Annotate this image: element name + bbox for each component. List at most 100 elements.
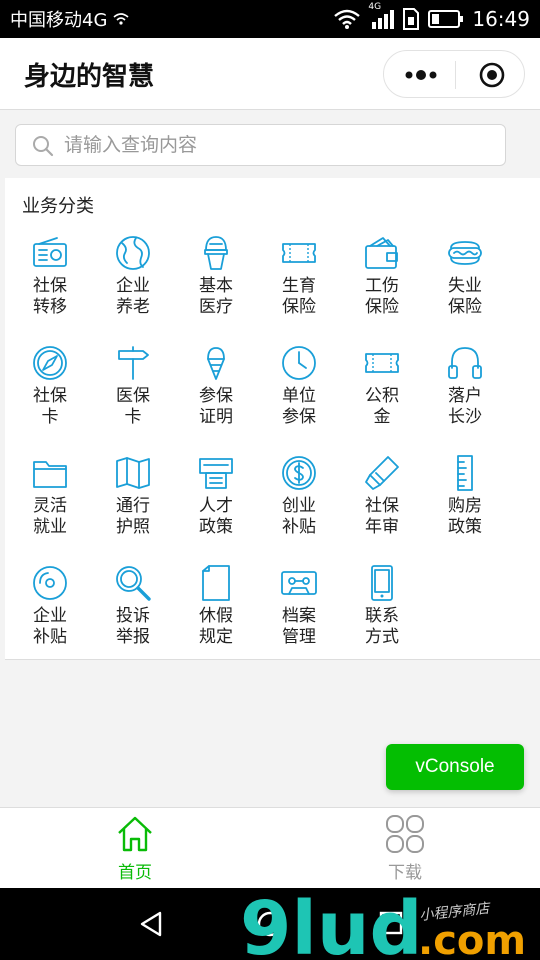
category-label-line2: 卡 — [41, 407, 59, 427]
category-label: 公积金 — [342, 386, 422, 428]
category-label-line2: 补贴 — [33, 627, 67, 647]
section-title: 业务分类 — [22, 196, 94, 217]
category-item[interactable]: 落户 长沙 — [425, 344, 505, 444]
category-item[interactable]: 投诉 举报 — [93, 564, 173, 664]
category-item[interactable]: 社保卡 — [10, 344, 90, 444]
signal-icon: 4G — [368, 2, 395, 30]
category-item[interactable]: 公积金 — [342, 344, 422, 444]
cassette-icon — [281, 571, 317, 595]
category-label-line2: 就业 — [33, 517, 67, 537]
category-label: 灵活 就业 — [10, 496, 90, 538]
category-panel: 业务分类 社保 转移 企业 养老 基本 医疗 生育 保险 工伤 保险 失业 保险 社保卡医保卡参保 证明单… — [5, 178, 540, 660]
category-item[interactable]: 通行 护照 — [93, 454, 173, 554]
category-label: 投诉 举报 — [93, 606, 173, 648]
category-label-line1: 公积 — [365, 386, 399, 406]
category-label-line1: 人才 — [199, 496, 233, 516]
category-item[interactable]: 灵活 就业 — [10, 454, 90, 554]
category-label-line2: 管理 — [282, 627, 316, 647]
home-icon — [118, 816, 152, 852]
category-label-line2: 参保 — [282, 407, 316, 427]
category-label-line2: 金 — [373, 407, 391, 427]
category-label-line1: 医保 — [116, 386, 150, 406]
category-item[interactable]: 联系 方式 — [342, 564, 422, 664]
phone-icon — [371, 565, 393, 601]
category-label-line1: 档案 — [282, 606, 316, 626]
category-label-line1: 企业 — [116, 276, 150, 296]
wallet-icon — [365, 237, 398, 269]
back-icon[interactable] — [138, 910, 164, 938]
category-label-line1: 创业 — [282, 496, 316, 516]
category-item[interactable]: 社保 年审 — [342, 454, 422, 554]
category-item[interactable]: 人才 政策 — [176, 454, 256, 554]
ruler-icon — [457, 455, 473, 491]
vconsole-button[interactable]: vConsole — [386, 744, 524, 790]
category-item[interactable]: 企业 养老 — [93, 234, 173, 334]
category-item[interactable]: 档案 管理 — [259, 564, 339, 664]
category-item[interactable]: 生育 保险 — [259, 234, 339, 334]
category-label-line1: 生育 — [282, 276, 316, 296]
category-label-line1: 投诉 — [116, 606, 150, 626]
category-label-line2: 护照 — [116, 517, 150, 537]
category-label-line2: 方式 — [365, 627, 399, 647]
wifi-icon — [334, 9, 361, 29]
category-item[interactable]: 创业 补贴 — [259, 454, 339, 554]
compass-icon — [33, 346, 67, 380]
ticket-icon — [365, 353, 399, 373]
clock-icon — [282, 346, 316, 380]
magnifier-icon — [116, 566, 151, 601]
category-label: 单位 参保 — [259, 386, 339, 428]
category-item[interactable]: 社保 转移 — [10, 234, 90, 334]
category-label-line1: 灵活 — [33, 496, 67, 516]
category-label-line2: 养老 — [116, 297, 150, 317]
category-item[interactable]: 购房 政策 — [425, 454, 505, 554]
home-circle-icon[interactable] — [256, 910, 284, 938]
category-label-line1: 单位 — [282, 386, 316, 406]
category-label: 购房 政策 — [425, 496, 505, 538]
more-button[interactable] — [404, 61, 438, 89]
category-label-line2: 保险 — [448, 297, 482, 317]
category-label-line1: 失业 — [448, 276, 482, 296]
folder-icon — [33, 461, 67, 488]
search-icon — [33, 136, 54, 157]
category-item[interactable]: 医保卡 — [93, 344, 173, 444]
tab-download-label: 下载 — [388, 863, 422, 883]
tab-download[interactable]: 下载 — [305, 808, 505, 888]
category-item[interactable]: 工伤 保险 — [342, 234, 422, 334]
category-label: 社保卡 — [10, 386, 90, 428]
category-label-line1: 联系 — [365, 606, 399, 626]
sim-icon — [402, 8, 420, 30]
ice-cream-cone-icon — [207, 347, 225, 380]
map-icon — [116, 457, 150, 489]
search-bar — [15, 124, 506, 166]
recents-icon[interactable] — [378, 910, 404, 936]
category-label: 通行 护照 — [93, 496, 173, 538]
category-label: 创业 补贴 — [259, 496, 339, 538]
category-item[interactable]: 休假 规定 — [176, 564, 256, 664]
category-label-line2: 转移 — [33, 297, 67, 317]
category-item[interactable]: 单位 参保 — [259, 344, 339, 444]
category-label-line1: 休假 — [199, 606, 233, 626]
category-label-line1: 社保 — [33, 276, 67, 296]
category-label: 参保 证明 — [176, 386, 256, 428]
tab-home[interactable]: 首页 — [35, 808, 235, 888]
radio-icon — [33, 237, 67, 267]
category-item[interactable]: 参保 证明 — [176, 344, 256, 444]
target-icon — [479, 62, 505, 88]
category-item[interactable]: 基本 医疗 — [176, 234, 256, 334]
category-label: 基本 医疗 — [176, 276, 256, 318]
category-label-line1: 基本 — [199, 276, 233, 296]
category-label-line1: 落户 — [448, 386, 482, 406]
category-item[interactable]: 企业 补贴 — [10, 564, 90, 664]
search-input[interactable] — [64, 125, 494, 165]
category-label: 休假 规定 — [176, 606, 256, 648]
category-label-line2: 规定 — [199, 627, 233, 647]
document-icon — [202, 565, 230, 601]
category-item[interactable]: 失业 保险 — [425, 234, 505, 334]
category-label: 社保 转移 — [10, 276, 90, 318]
page-title: 身边的智慧 — [24, 62, 155, 92]
battery-icon — [428, 9, 464, 29]
nav-bar: 身边的智慧 — [0, 38, 540, 110]
category-label-line1: 工伤 — [365, 276, 399, 296]
close-mini-program-button[interactable] — [479, 62, 505, 88]
category-label-line1: 社保 — [365, 496, 399, 516]
